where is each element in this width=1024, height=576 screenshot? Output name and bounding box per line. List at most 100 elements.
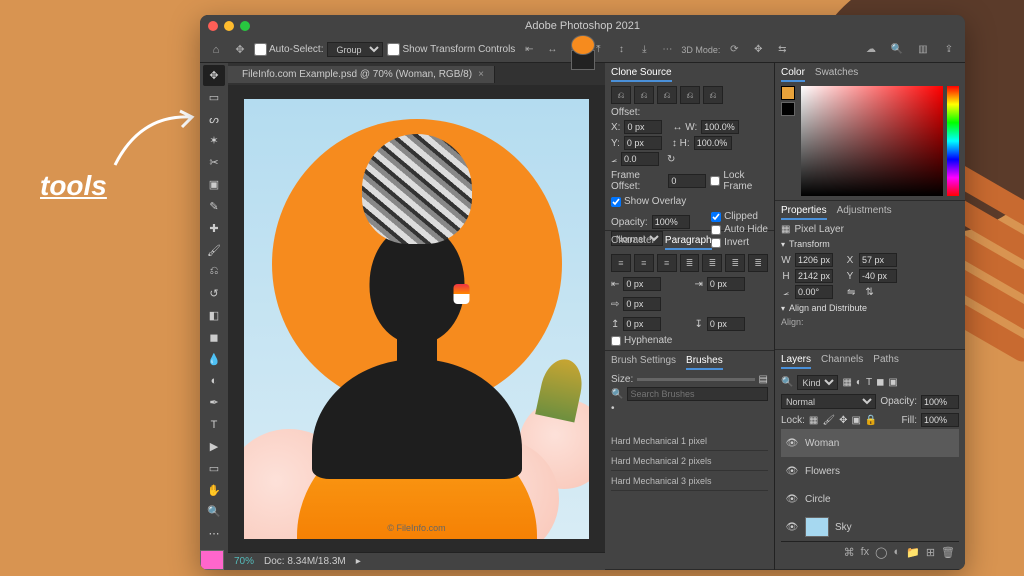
zoom-level[interactable]: 70%: [234, 556, 254, 567]
color-tab[interactable]: Color: [781, 67, 805, 82]
align-left-text-icon[interactable]: ≡: [611, 254, 631, 272]
flip-h-icon[interactable]: ⇋: [847, 287, 855, 298]
align-left-icon[interactable]: ⇤: [519, 40, 539, 60]
align-middle-icon[interactable]: ↕: [611, 40, 631, 60]
prop-h-input[interactable]: [795, 269, 833, 283]
channels-tab[interactable]: Channels: [821, 354, 863, 369]
overlay-opacity-input[interactable]: [652, 215, 690, 229]
clone-source-tab[interactable]: Clone Source: [611, 67, 672, 82]
clone-source-1[interactable]: ⎌: [611, 86, 631, 104]
hyphenate-checkbox[interactable]: Hyphenate: [611, 335, 768, 346]
justify-last-left-icon[interactable]: ≣: [680, 254, 700, 272]
prop-angle-input[interactable]: [795, 285, 833, 299]
filter-kind-icon[interactable]: 🔍: [781, 377, 793, 388]
scale-w-input[interactable]: [701, 120, 739, 134]
clone-source-5[interactable]: ⎌: [703, 86, 723, 104]
move-tool[interactable]: ✥: [203, 65, 225, 86]
adjustments-tab[interactable]: Adjustments: [837, 205, 892, 220]
filter-kind-dropdown[interactable]: Kind: [797, 375, 838, 390]
visibility-toggle[interactable]: 👁: [785, 522, 799, 533]
layer-mask-icon[interactable]: ◯: [875, 546, 887, 559]
scale-h-input[interactable]: [694, 136, 732, 150]
filter-type-icon[interactable]: T: [866, 377, 872, 388]
visibility-toggle[interactable]: 👁: [785, 438, 799, 449]
align-center-h-icon[interactable]: ↔: [542, 40, 562, 60]
lock-position-icon[interactable]: ✥: [839, 415, 847, 426]
layer-name[interactable]: Circle: [805, 494, 831, 505]
quick-select-tool[interactable]: ✶: [203, 130, 225, 151]
prop-x-input[interactable]: [859, 253, 897, 267]
layer-name[interactable]: Flowers: [805, 466, 840, 477]
layer-row-sky[interactable]: 👁 Sky: [781, 513, 959, 541]
auto-select-dropdown[interactable]: Group: [327, 42, 383, 57]
brush-settings-tab[interactable]: Brush Settings: [611, 355, 676, 370]
swatches-tab[interactable]: Swatches: [815, 67, 858, 82]
more-align-icon[interactable]: ⋯: [657, 40, 677, 60]
close-button[interactable]: [208, 21, 218, 31]
visibility-toggle[interactable]: 👁: [785, 466, 799, 477]
adjustment-layer-icon[interactable]: ◐: [893, 546, 900, 559]
canvas-viewport[interactable]: © FileInfo.com: [228, 85, 605, 552]
visibility-toggle[interactable]: 👁: [785, 494, 799, 505]
prop-y-input[interactable]: [859, 269, 897, 283]
hue-slider[interactable]: [947, 86, 959, 196]
group-icon[interactable]: 📁: [906, 546, 920, 559]
mode-3d-orbit-icon[interactable]: ⟳: [724, 40, 744, 60]
pen-tool[interactable]: ✒: [203, 392, 225, 413]
show-transform-checkbox[interactable]: Show Transform Controls: [387, 43, 515, 56]
layer-opacity-input[interactable]: [921, 395, 959, 409]
brushes-tab[interactable]: Brushes: [686, 355, 723, 370]
layer-row-flowers[interactable]: 👁 Flowers: [781, 457, 959, 485]
properties-tab[interactable]: Properties: [781, 205, 827, 220]
edit-toolbar[interactable]: ⋯: [203, 523, 225, 544]
transform-section[interactable]: Transform: [781, 239, 959, 249]
dodge-tool[interactable]: ◐: [203, 371, 225, 392]
paragraph-tab[interactable]: Paragraph: [665, 235, 712, 250]
show-overlay-checkbox[interactable]: Show Overlay: [611, 196, 768, 207]
eyedropper-tool[interactable]: ✎: [203, 196, 225, 217]
color-field[interactable]: [801, 86, 943, 196]
zoom-button[interactable]: [240, 21, 250, 31]
indent-left-input[interactable]: [623, 277, 661, 291]
align-bottom-icon[interactable]: ⤓: [634, 40, 654, 60]
mode-3d-slide-icon[interactable]: ⇆: [772, 40, 792, 60]
align-right-text-icon[interactable]: ≡: [657, 254, 677, 272]
layer-name[interactable]: Woman: [805, 438, 839, 449]
zoom-tool[interactable]: 🔍: [203, 502, 225, 523]
brush-size-slider[interactable]: [637, 378, 754, 381]
status-chevron-icon[interactable]: ▸: [356, 556, 361, 567]
filter-shape-icon[interactable]: ◼: [876, 377, 884, 388]
bg-color-preview[interactable]: [781, 102, 795, 116]
link-layers-icon[interactable]: ⌘: [844, 546, 855, 559]
paths-tab[interactable]: Paths: [873, 354, 899, 369]
filter-smart-icon[interactable]: ▣: [888, 377, 897, 388]
layer-thumb[interactable]: [200, 550, 224, 570]
layer-thumb[interactable]: [571, 63, 595, 70]
align-center-text-icon[interactable]: ≡: [634, 254, 654, 272]
space-after-input[interactable]: [707, 317, 745, 331]
marquee-tool[interactable]: ▭: [203, 87, 225, 108]
brush-tool[interactable]: 🖌: [203, 240, 225, 261]
indent-right-input[interactable]: [707, 277, 745, 291]
frame-tool[interactable]: ▣: [203, 174, 225, 195]
layer-fill-input[interactable]: [921, 413, 959, 427]
clipped-checkbox[interactable]: Clipped: [711, 211, 768, 222]
history-brush-tool[interactable]: ↺: [203, 283, 225, 304]
layer-row-woman[interactable]: 👁 Woman: [781, 429, 959, 457]
layer-name[interactable]: Sky: [835, 522, 852, 533]
character-tab[interactable]: Character: [611, 235, 655, 250]
filter-adjust-icon[interactable]: ◐: [856, 377, 862, 388]
brush-preset-3[interactable]: Hard Mechanical 3 pixels: [611, 471, 768, 491]
lasso-tool[interactable]: ᔕ: [203, 109, 225, 130]
clone-stamp-tool[interactable]: ⎌: [203, 261, 225, 282]
brush-preset-2[interactable]: Hard Mechanical 2 pixels: [611, 451, 768, 471]
filter-pixel-icon[interactable]: ▦: [842, 377, 851, 388]
auto-select-checkbox[interactable]: Auto-Select:: [254, 43, 323, 56]
minimize-button[interactable]: [224, 21, 234, 31]
share-icon[interactable]: ⇪: [939, 40, 959, 60]
path-select-tool[interactable]: ▶: [203, 436, 225, 457]
workspace-icon[interactable]: ▥: [913, 40, 933, 60]
mode-3d-pan-icon[interactable]: ✥: [748, 40, 768, 60]
justify-all-icon[interactable]: ≣: [748, 254, 768, 272]
layer-thumb[interactable]: [805, 517, 829, 537]
